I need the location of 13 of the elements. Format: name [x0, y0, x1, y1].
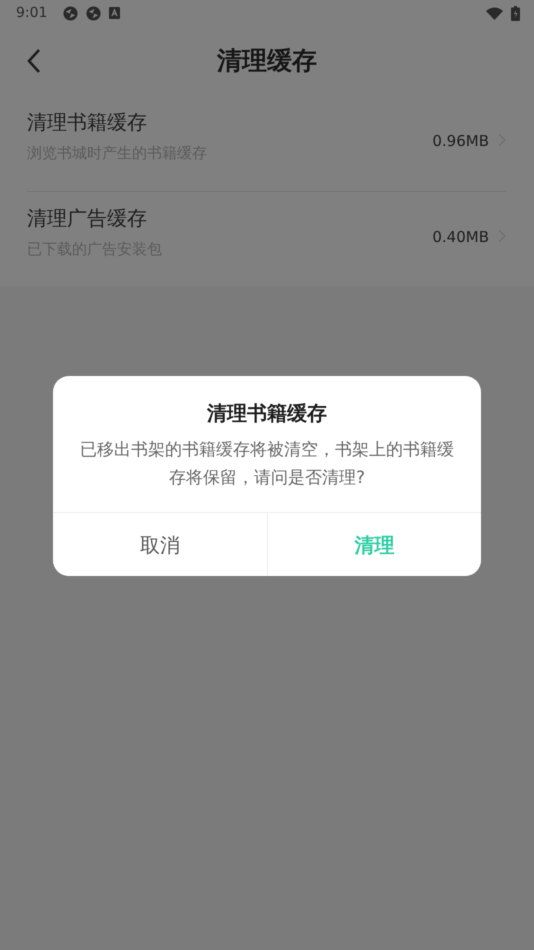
aperture-icon: [86, 6, 102, 20]
item-title: 清理广告缓存: [27, 206, 148, 230]
cache-size: 0.96MB: [432, 131, 489, 152]
keyboard-app-icon: [109, 7, 120, 19]
cache-size: 0.40MB: [432, 227, 489, 248]
dialog-title: 清理书籍缓存: [206, 400, 328, 427]
page-title: 清理缓存: [217, 45, 317, 78]
aperture-icon: [63, 6, 78, 20]
battery-icon: [511, 6, 520, 20]
wifi-icon: [486, 6, 503, 20]
dialog-message: 已移出书架的书籍缓存将被清空，书架上的书籍缓存将保留，请问是否清理?: [79, 439, 455, 490]
item-title: 清理书籍缓存: [27, 110, 148, 134]
status-time: 9:01: [16, 4, 48, 22]
